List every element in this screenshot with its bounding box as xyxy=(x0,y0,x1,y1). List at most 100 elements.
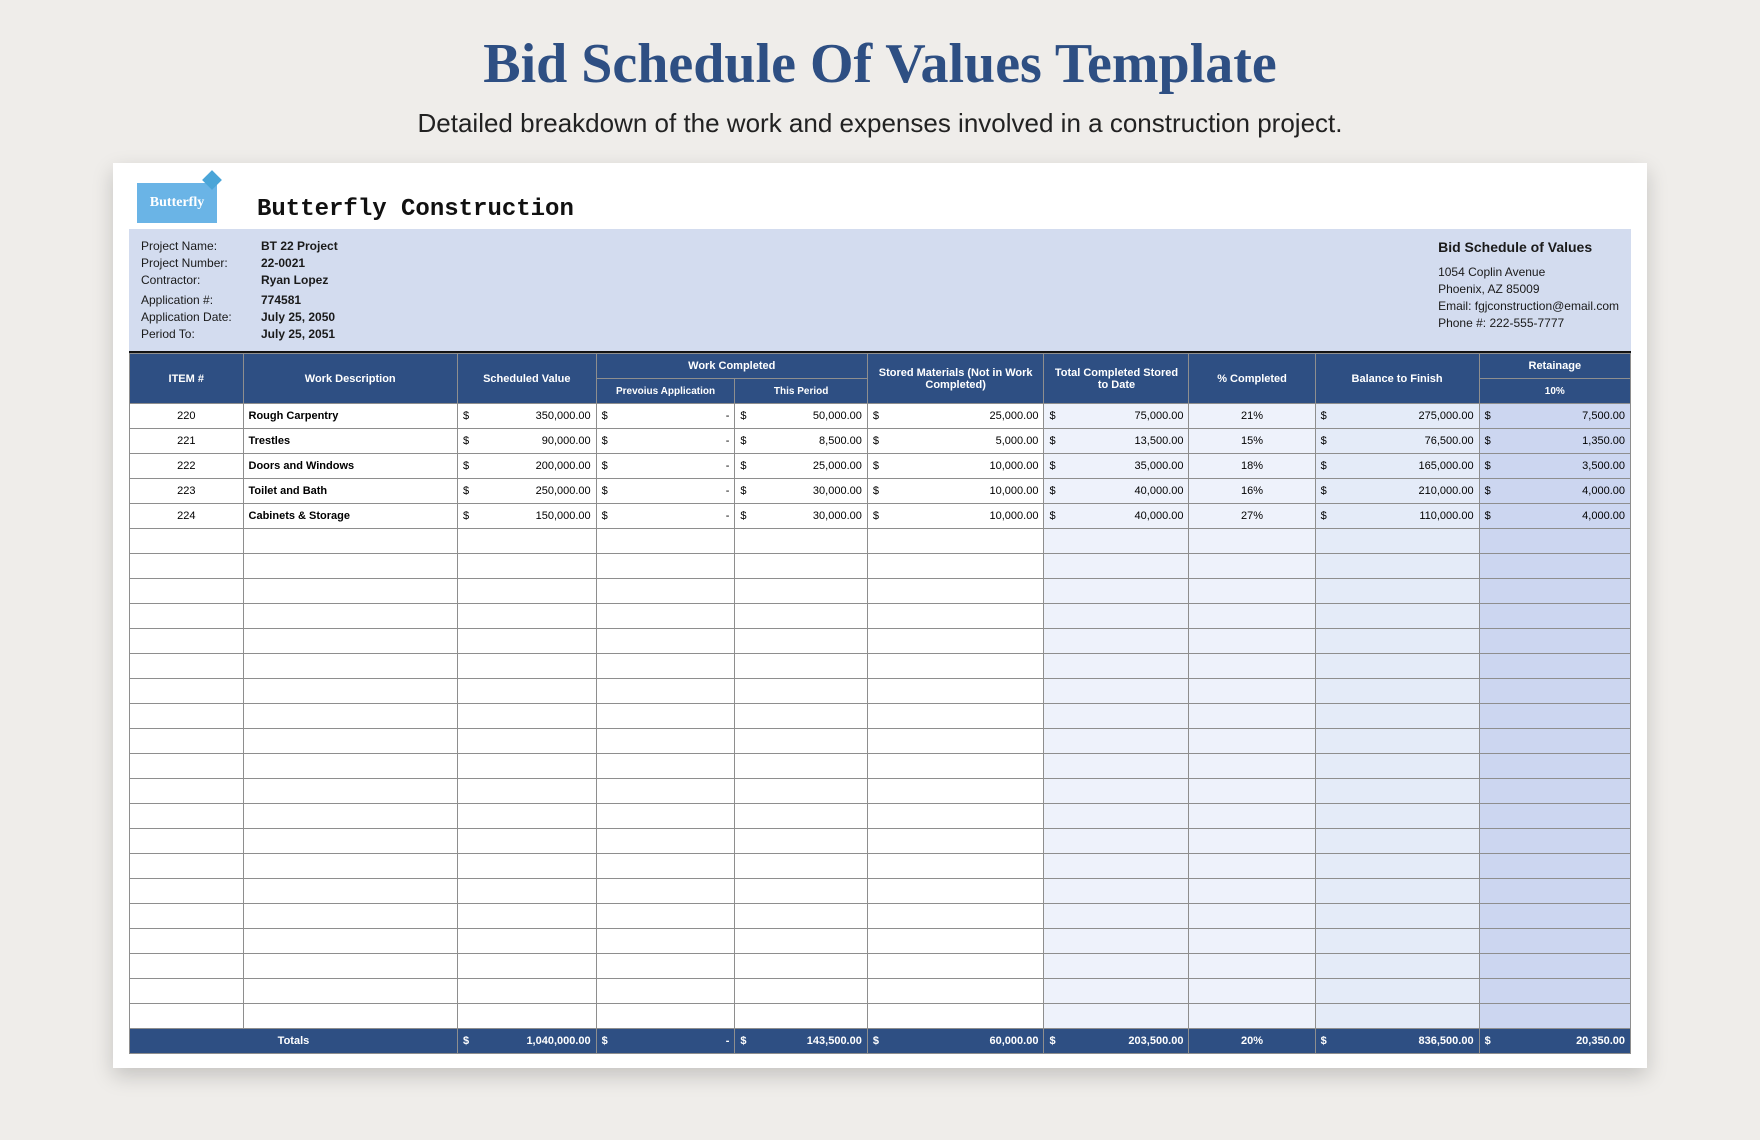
th-stored: Stored Materials (Not in Work Completed) xyxy=(867,354,1044,404)
th-total-completed: Total Completed Stored to Date xyxy=(1044,354,1189,404)
th-desc: Work Description xyxy=(243,354,457,404)
table-row: 221Trestles$90,000.00$-$8,500.00$5,000.0… xyxy=(130,429,1631,454)
cell-per: $8,500.00 xyxy=(735,429,867,454)
cell-bal: $76,500.00 xyxy=(1315,429,1479,454)
label-project-number: Project Number: xyxy=(141,256,261,270)
totals-label: Totals xyxy=(130,1029,458,1054)
cell-ret: $4,000.00 xyxy=(1479,479,1630,504)
address-phone: Phone #: 222-555-7777 xyxy=(1438,316,1619,330)
label-project-name: Project Name: xyxy=(141,239,261,253)
value-project-number: 22-0021 xyxy=(261,256,461,270)
cell-pct: 15% xyxy=(1189,429,1315,454)
company-name: Butterfly Construction xyxy=(257,196,574,223)
cell-tc: $75,000.00 xyxy=(1044,404,1189,429)
table-row xyxy=(130,579,1631,604)
cell-ret: $3,500.00 xyxy=(1479,454,1630,479)
table-row xyxy=(130,929,1631,954)
th-work-completed: Work Completed xyxy=(596,354,867,379)
cell-item: 220 xyxy=(130,404,244,429)
address-line2: Phoenix, AZ 85009 xyxy=(1438,282,1619,296)
cell-sm: $10,000.00 xyxy=(867,454,1044,479)
value-application-date: July 25, 2050 xyxy=(261,310,461,324)
table-row xyxy=(130,979,1631,1004)
address-line1: 1054 Coplin Avenue xyxy=(1438,265,1619,279)
th-ret-pct: 10% xyxy=(1479,379,1630,404)
table-row xyxy=(130,904,1631,929)
cell-desc: Trestles xyxy=(243,429,457,454)
cell-bal: $210,000.00 xyxy=(1315,479,1479,504)
th-retainage: Retainage xyxy=(1479,354,1630,379)
table-row xyxy=(130,604,1631,629)
th-balance: Balance to Finish xyxy=(1315,354,1479,404)
cell-per: $50,000.00 xyxy=(735,404,867,429)
value-application-no: 774581 xyxy=(261,293,461,307)
project-meta: Project Name: BT 22 Project Project Numb… xyxy=(141,239,461,341)
table-row xyxy=(130,1004,1631,1029)
cell-sv: $250,000.00 xyxy=(457,479,596,504)
cell-item: 223 xyxy=(130,479,244,504)
table-row xyxy=(130,854,1631,879)
cell-sv: $200,000.00 xyxy=(457,454,596,479)
table-row: 220Rough Carpentry$350,000.00$-$50,000.0… xyxy=(130,404,1631,429)
info-band: Project Name: BT 22 Project Project Numb… xyxy=(129,229,1631,353)
table-row xyxy=(130,754,1631,779)
table-row: 223Toilet and Bath$250,000.00$-$30,000.0… xyxy=(130,479,1631,504)
cell-ret: $1,350.00 xyxy=(1479,429,1630,454)
th-scheduled: Scheduled Value xyxy=(457,354,596,404)
table-row xyxy=(130,554,1631,579)
label-application-no: Application #: xyxy=(141,293,261,307)
totals-per: $143,500.00 xyxy=(735,1029,867,1054)
cell-desc: Toilet and Bath xyxy=(243,479,457,504)
document: Butterfly Butterfly Construction Project… xyxy=(113,163,1647,1068)
cell-sv: $350,000.00 xyxy=(457,404,596,429)
cell-prev: $- xyxy=(596,504,735,529)
th-prev: Prevoius Application xyxy=(596,379,735,404)
cell-prev: $- xyxy=(596,479,735,504)
page-subtitle: Detailed breakdown of the work and expen… xyxy=(0,108,1760,139)
totals-tc: $203,500.00 xyxy=(1044,1029,1189,1054)
label-application-date: Application Date: xyxy=(141,310,261,324)
cell-tc: $35,000.00 xyxy=(1044,454,1189,479)
totals-row: Totals $1,040,000.00 $- $143,500.00 $60,… xyxy=(130,1029,1631,1054)
table-row xyxy=(130,654,1631,679)
table-row xyxy=(130,629,1631,654)
cell-desc: Rough Carpentry xyxy=(243,404,457,429)
cell-per: $30,000.00 xyxy=(735,504,867,529)
cell-tc: $40,000.00 xyxy=(1044,479,1189,504)
value-contractor: Ryan Lopez xyxy=(261,273,461,287)
cell-desc: Cabinets & Storage xyxy=(243,504,457,529)
table-row xyxy=(130,729,1631,754)
cell-desc: Doors and Windows xyxy=(243,454,457,479)
cell-pct: 21% xyxy=(1189,404,1315,429)
totals-bal: $836,500.00 xyxy=(1315,1029,1479,1054)
cell-pct: 18% xyxy=(1189,454,1315,479)
cell-item: 221 xyxy=(130,429,244,454)
totals-pct: 20% xyxy=(1189,1029,1315,1054)
table-row xyxy=(130,779,1631,804)
table-row xyxy=(130,679,1631,704)
totals-sv: $1,040,000.00 xyxy=(457,1029,596,1054)
cell-bal: $275,000.00 xyxy=(1315,404,1479,429)
table-row xyxy=(130,829,1631,854)
company-logo: Butterfly xyxy=(137,183,217,223)
cell-sv: $150,000.00 xyxy=(457,504,596,529)
cell-bal: $110,000.00 xyxy=(1315,504,1479,529)
cell-tc: $40,000.00 xyxy=(1044,504,1189,529)
label-period-to: Period To: xyxy=(141,327,261,341)
cell-sm: $5,000.00 xyxy=(867,429,1044,454)
totals-prev: $- xyxy=(596,1029,735,1054)
cell-per: $30,000.00 xyxy=(735,479,867,504)
cell-sm: $10,000.00 xyxy=(867,479,1044,504)
cell-pct: 27% xyxy=(1189,504,1315,529)
table-row xyxy=(130,879,1631,904)
cell-sm: $25,000.00 xyxy=(867,404,1044,429)
cell-prev: $- xyxy=(596,429,735,454)
cell-prev: $- xyxy=(596,454,735,479)
table-row xyxy=(130,804,1631,829)
document-header: Butterfly Butterfly Construction xyxy=(129,177,1631,223)
cell-sv: $90,000.00 xyxy=(457,429,596,454)
table-row xyxy=(130,954,1631,979)
values-table: ITEM # Work Description Scheduled Value … xyxy=(129,353,1631,1054)
cell-item: 222 xyxy=(130,454,244,479)
table-row: 224Cabinets & Storage$150,000.00$-$30,00… xyxy=(130,504,1631,529)
